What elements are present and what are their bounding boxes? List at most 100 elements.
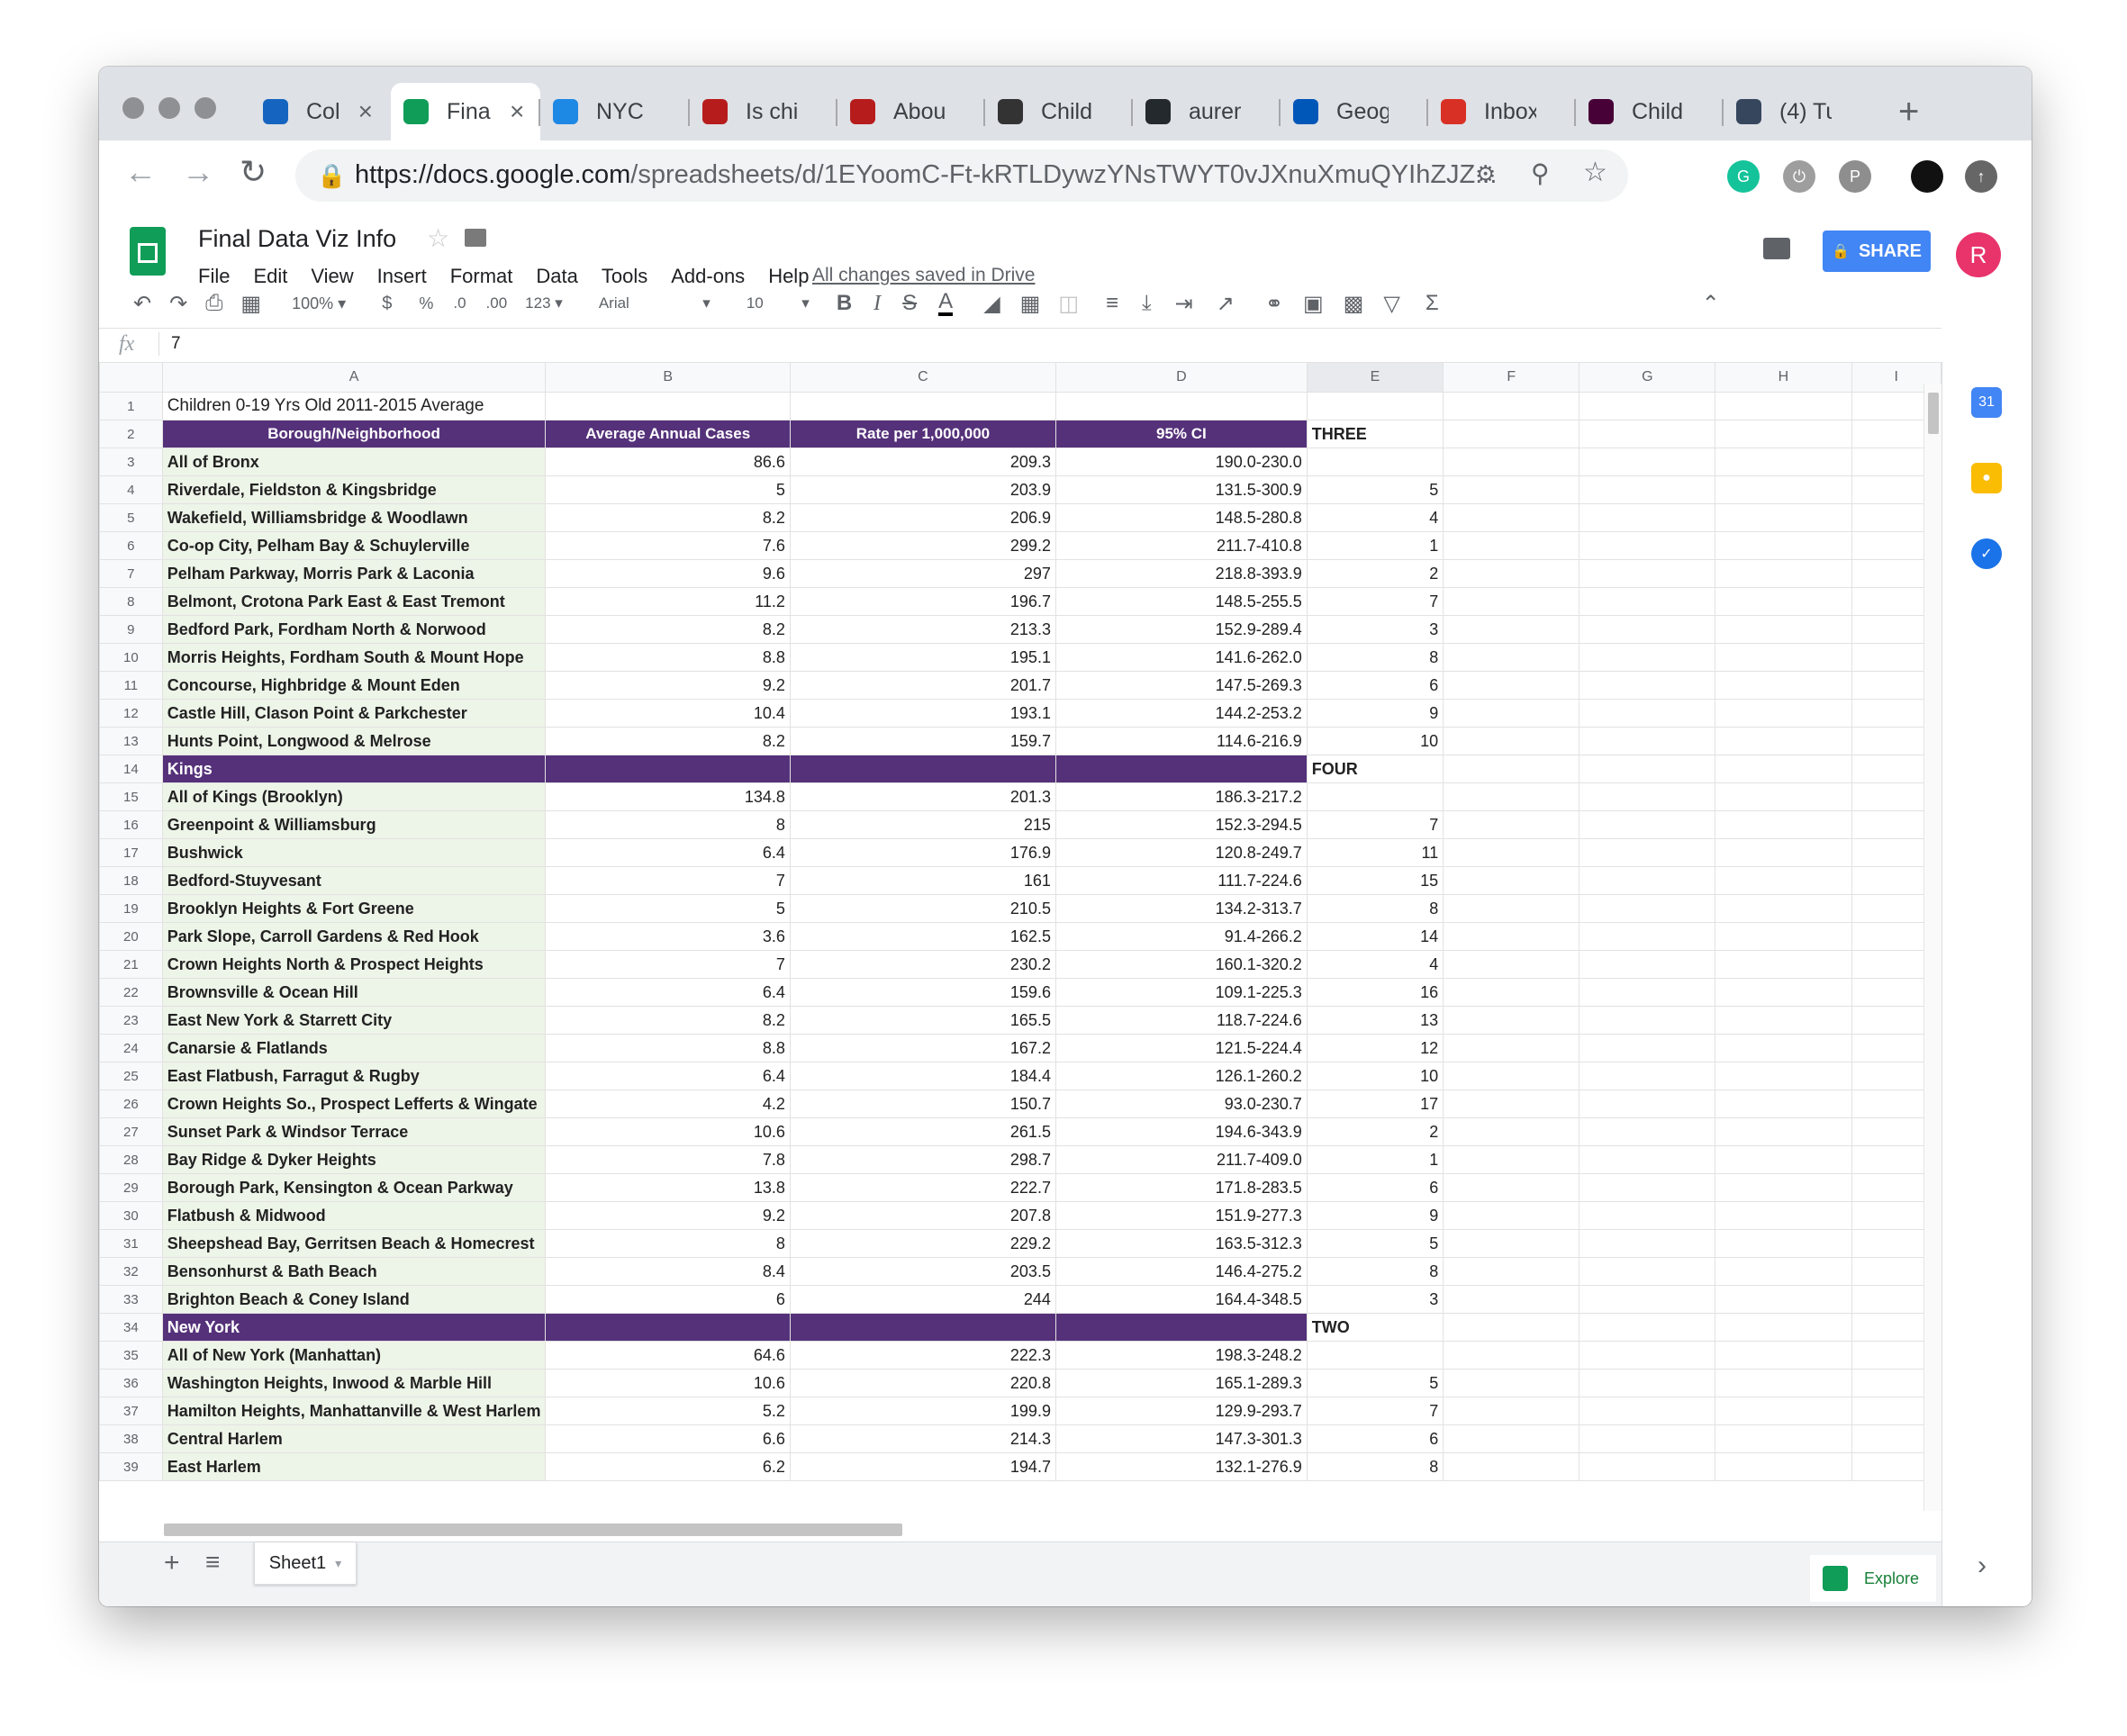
borders-icon[interactable]: ▦ [1020,291,1041,317]
cell-E[interactable]: FOUR [1306,755,1444,783]
cell-C[interactable]: 159.7 [789,727,1056,755]
vertical-align-icon[interactable]: ⤓ [1142,291,1152,316]
cell-A[interactable]: Bedford Park, Fordham North & Norwood [161,615,547,644]
column-header[interactable]: H [1715,362,1852,393]
cell-E[interactable]: 6 [1306,1424,1444,1453]
cell-D[interactable] [1054,755,1308,783]
cell-C[interactable]: Rate per 1,000,000 [789,420,1056,448]
calendar-icon[interactable]: 31 [1971,387,2002,418]
redo-icon[interactable]: ↷ [169,291,187,317]
empty-cell[interactable] [1579,671,1716,700]
merge-cells-icon[interactable]: ◫ [1058,291,1079,317]
cell-E[interactable]: 1 [1306,1145,1444,1174]
cell-D[interactable]: 147.5-269.3 [1054,671,1308,700]
empty-cell[interactable] [1715,1006,1852,1035]
row-header[interactable]: 29 [99,1173,163,1202]
update-icon[interactable]: ↑ [1965,160,1997,193]
cell-E[interactable]: 2 [1306,1117,1444,1146]
cell-C[interactable]: 196.7 [789,587,1056,616]
cell-E[interactable]: 8 [1306,643,1444,672]
cell-A[interactable]: Borough/Neighborhood [161,420,547,448]
cell-E[interactable]: 9 [1306,1201,1444,1230]
empty-cell[interactable] [1715,392,1852,420]
cell-B[interactable]: 6.4 [545,838,791,867]
empty-cell[interactable] [1715,755,1852,783]
empty-cell[interactable] [1443,810,1580,839]
browser-tab[interactable]: auremo [1133,83,1268,140]
cell-C[interactable] [789,755,1056,783]
cell-A[interactable]: Morris Heights, Fordham South & Mount Ho… [161,643,547,672]
cell-E[interactable]: 11 [1306,838,1444,867]
filter-icon[interactable]: ▽ [1383,291,1399,317]
empty-cell[interactable] [1715,1257,1852,1286]
cell-A[interactable]: Brooklyn Heights & Fort Greene [161,894,547,923]
empty-cell[interactable] [1443,475,1580,504]
cell-C[interactable]: 161 [789,866,1056,895]
pinterest-icon[interactable]: P [1839,160,1871,193]
share-button[interactable]: 🔒 SHARE [1823,231,1931,272]
close-tab-icon[interactable]: × [358,97,373,126]
empty-cell[interactable] [1579,1006,1716,1035]
cell-E[interactable]: 7 [1306,587,1444,616]
cell-C[interactable]: 229.2 [789,1229,1056,1258]
cell-E[interactable] [1306,782,1444,811]
row-header[interactable]: 19 [99,894,163,923]
row-header[interactable]: 8 [99,587,163,616]
column-header[interactable]: D [1054,362,1308,393]
row-header[interactable]: 38 [99,1424,163,1453]
cell-A[interactable]: Bedford-Stuyvesant [161,866,547,895]
cell-C[interactable]: 159.6 [789,978,1056,1007]
cell-B[interactable]: 7 [545,866,791,895]
row-header[interactable]: 37 [99,1397,163,1425]
italic-icon[interactable]: I [873,292,881,316]
cell-B[interactable]: 6.4 [545,1062,791,1090]
cell-A[interactable]: Brighton Beach & Coney Island [161,1285,547,1314]
row-header[interactable]: 14 [99,755,163,783]
cell-D[interactable]: 152.9-289.4 [1054,615,1308,644]
cell-E[interactable]: 8 [1306,1257,1444,1286]
text-color-icon[interactable]: A [938,291,954,316]
cell-C[interactable]: 297 [789,559,1056,588]
empty-cell[interactable] [1579,643,1716,672]
row-header[interactable]: 30 [99,1201,163,1230]
empty-cell[interactable] [1443,615,1580,644]
cell-C[interactable]: 244 [789,1285,1056,1314]
empty-cell[interactable] [1715,503,1852,532]
cell-C[interactable]: 195.1 [789,643,1056,672]
cell-D[interactable]: 164.4-348.5 [1054,1285,1308,1314]
row-header[interactable]: 24 [99,1034,163,1062]
new-tab-button[interactable]: + [1898,92,1919,132]
row-header[interactable]: 1 [99,392,163,420]
cell-C[interactable]: 203.9 [789,475,1056,504]
row-header[interactable]: 20 [99,922,163,951]
row-header[interactable]: 22 [99,978,163,1007]
minimize-window-button[interactable] [158,97,180,119]
cell-E[interactable]: 4 [1306,950,1444,979]
cell-D[interactable]: 141.6-262.0 [1054,643,1308,672]
empty-cell[interactable] [1715,782,1852,811]
chevron-down-icon[interactable]: ▾ [335,1556,341,1571]
empty-cell[interactable] [1443,1201,1580,1230]
cell-D[interactable]: 129.9-293.7 [1054,1397,1308,1425]
cell-E[interactable] [1306,448,1444,476]
cell-E[interactable]: 14 [1306,922,1444,951]
cell-C[interactable]: 209.3 [789,448,1056,476]
back-icon[interactable]: ← [124,153,157,191]
cell-E[interactable]: 16 [1306,978,1444,1007]
empty-cell[interactable] [1579,1201,1716,1230]
column-header[interactable]: C [789,362,1056,393]
cell-A[interactable]: Belmont, Crotona Park East & East Tremon… [161,587,547,616]
cell-A[interactable]: East New York & Starrett City [161,1006,547,1035]
cell-C[interactable] [789,392,1056,420]
bookmark-star-icon[interactable]: ☆ [1583,157,1607,188]
cell-B[interactable]: 134.8 [545,782,791,811]
cell-D[interactable]: 132.1-276.9 [1054,1452,1308,1481]
empty-cell[interactable] [1715,559,1852,588]
cell-D[interactable]: 198.3-248.2 [1054,1341,1308,1370]
empty-cell[interactable] [1579,894,1716,923]
cell-D[interactable]: 165.1-289.3 [1054,1369,1308,1397]
empty-cell[interactable] [1443,531,1580,560]
cell-E[interactable]: 12 [1306,1034,1444,1062]
cell-D[interactable]: 91.4-266.2 [1054,922,1308,951]
cell-B[interactable]: 6.2 [545,1452,791,1481]
